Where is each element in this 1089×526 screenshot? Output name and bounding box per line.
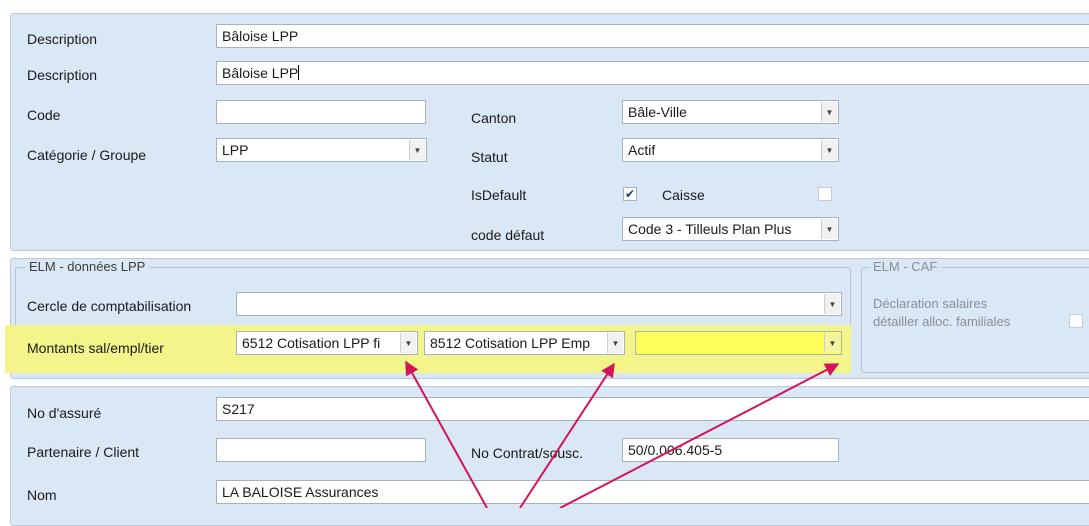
cercle-select[interactable]: ▼ [236, 292, 842, 316]
chevron-down-icon[interactable]: ▼ [409, 140, 425, 160]
declaration-label-1: Déclaration salaires [873, 296, 988, 311]
caisse-label: Caisse [662, 187, 705, 203]
description2-label: Description [27, 67, 98, 83]
montant-sal-select[interactable]: 6512 Cotisation LPP fi ▼ [236, 331, 418, 355]
general-panel: Description Bâloise LPP Description Bâlo… [10, 13, 1089, 251]
description2-input[interactable]: Bâloise LPP [216, 61, 1089, 85]
nom-label: Nom [27, 487, 57, 503]
no-assure-label: No d'assuré [27, 405, 102, 421]
partenaire-label: Partenaire / Client [27, 444, 140, 460]
categorie-value: LPP [222, 142, 249, 158]
code-input[interactable] [216, 100, 426, 124]
declaration-label-2: détailler alloc. familiales [873, 314, 1011, 329]
chevron-down-icon[interactable]: ▼ [821, 219, 837, 239]
montant-sal-value: 6512 Cotisation LPP fi [242, 335, 381, 351]
chevron-down-icon[interactable]: ▼ [824, 294, 840, 314]
no-assure-input[interactable]: S217 [216, 397, 1089, 421]
isdefault-checkbox[interactable]: ✔ [623, 187, 637, 201]
code-label: Code [27, 107, 61, 123]
description-label: Description [27, 31, 98, 47]
statut-label: Statut [471, 149, 508, 165]
nom-input[interactable]: LA BALOISE Assurances [216, 480, 1089, 504]
montant-tier-select[interactable]: ▼ [635, 331, 842, 355]
canton-label: Canton [471, 110, 517, 126]
canton-select[interactable]: Bâle-Ville ▼ [622, 100, 839, 124]
cercle-label: Cercle de comptabilisation [27, 298, 192, 314]
no-contrat-input[interactable]: 50/0.006.405-5 [622, 438, 839, 462]
canton-value: Bâle-Ville [628, 104, 687, 120]
categorie-select[interactable]: LPP ▼ [216, 138, 427, 162]
description-input[interactable]: Bâloise LPP [216, 24, 1089, 48]
code-defaut-label: code défaut [471, 227, 545, 243]
chevron-down-icon[interactable]: ▼ [400, 333, 416, 353]
isdefault-label: IsDefault [471, 187, 527, 203]
chevron-down-icon[interactable]: ▼ [824, 333, 840, 353]
assurance-panel: No d'assuré S217 Partenaire / Client No … [10, 386, 1089, 526]
statut-value: Actif [628, 142, 656, 158]
elm-lpp-title: ELM - données LPP [25, 259, 150, 275]
code-defaut-select[interactable]: Code 3 - Tilleuls Plan Plus ▼ [622, 217, 839, 241]
elm-caf-title: ELM - CAF [869, 259, 942, 275]
montant-empl-value: 8512 Cotisation LPP Emp [430, 335, 591, 351]
declaration-checkbox[interactable] [1069, 314, 1083, 328]
chevron-down-icon[interactable]: ▼ [821, 140, 837, 160]
chevron-down-icon[interactable]: ▼ [821, 102, 837, 122]
chevron-down-icon[interactable]: ▼ [607, 333, 623, 353]
statut-select[interactable]: Actif ▼ [622, 138, 839, 162]
no-contrat-label: No Contrat/sousc. [471, 445, 584, 461]
partenaire-input[interactable] [216, 438, 426, 462]
description2-value: Bâloise LPP [222, 65, 299, 81]
montants-label: Montants sal/empl/tier [27, 340, 164, 356]
code-defaut-value: Code 3 - Tilleuls Plan Plus [628, 221, 792, 237]
elm-panel: ELM - données LPP Cercle de comptabilisa… [5, 258, 1089, 379]
text-caret [298, 65, 300, 80]
caisse-checkbox[interactable] [818, 187, 832, 201]
montant-empl-select[interactable]: 8512 Cotisation LPP Emp ▼ [424, 331, 625, 355]
categorie-label: Catégorie / Groupe [27, 147, 147, 163]
